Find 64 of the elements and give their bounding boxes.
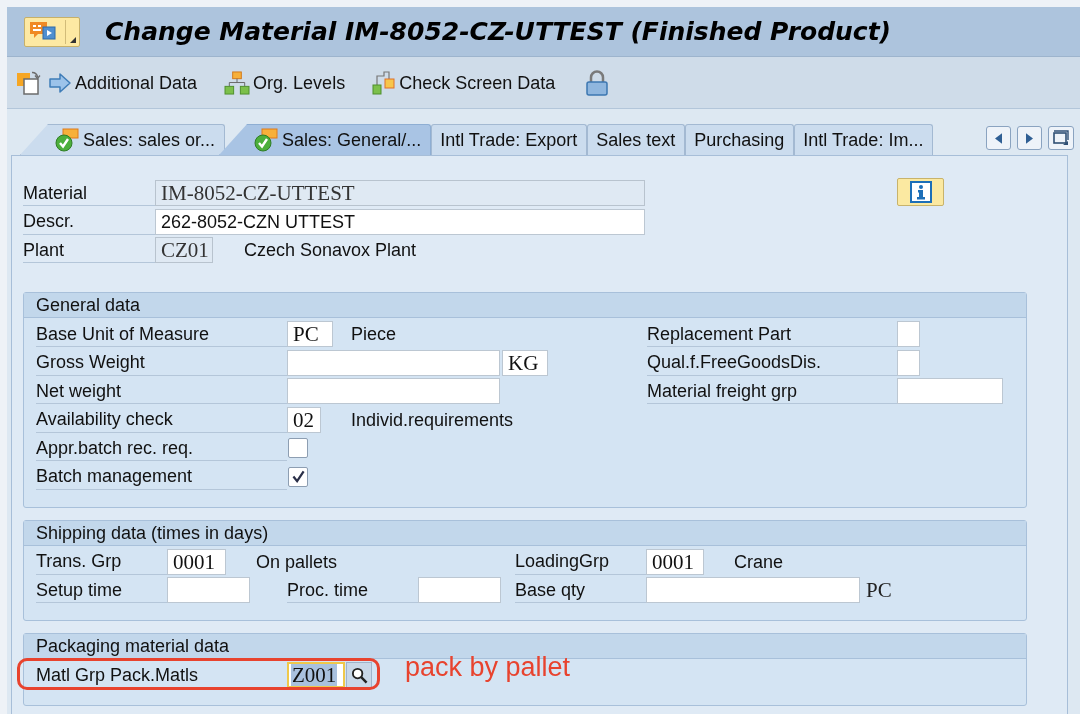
info-icon — [909, 181, 932, 203]
description-text: Piece — [351, 323, 397, 345]
unit-field[interactable]: KG — [502, 349, 548, 376]
description-text: Czech Sonavox Plant — [244, 239, 417, 261]
group-title: General data — [36, 295, 141, 315]
tab-list-button[interactable] — [1048, 126, 1074, 150]
info-button[interactable] — [897, 178, 944, 206]
window-title: Change Material IM-8052-CZ-UTTEST (Finished Product) — [105, 16, 892, 47]
input-field[interactable] — [897, 321, 920, 347]
field-label: Base Unit of Measure — [36, 321, 287, 347]
tab[interactable]: Intl Trade: Im... — [794, 124, 934, 155]
input-field[interactable]: 02 — [287, 406, 321, 433]
description-text: Crane — [734, 550, 784, 573]
field-label: Replacement Part — [647, 321, 897, 347]
window-list-icon — [1053, 130, 1069, 146]
field-label: Gross Weight — [36, 349, 287, 376]
check-icon — [291, 470, 305, 483]
input-field[interactable]: 0001 — [646, 548, 704, 575]
input-field[interactable]: 0001 — [167, 548, 226, 575]
pages-icon[interactable] — [16, 69, 42, 96]
input-field[interactable]: Z001 — [287, 662, 345, 688]
field-label: Batch management — [36, 463, 287, 490]
linked-squares-icon — [372, 69, 397, 96]
caret-icon — [70, 36, 76, 43]
checkbox[interactable] — [288, 438, 308, 458]
input-field[interactable] — [287, 378, 500, 404]
padlock-icon[interactable] — [586, 69, 609, 96]
scroll-right-button[interactable] — [1017, 126, 1042, 150]
toolbar-button[interactable]: Additional Data — [48, 70, 198, 95]
scroll-left-button[interactable] — [986, 126, 1011, 150]
group-title: Packaging material data — [36, 636, 230, 656]
arrow-right-icon — [48, 70, 72, 95]
description-text: Individ.requirements — [351, 408, 514, 431]
tab[interactable]: Sales: sales or... — [20, 124, 226, 155]
input-field[interactable] — [287, 349, 500, 376]
field-label: Material freight grp — [647, 378, 897, 404]
tab[interactable]: Sales: General/... — [219, 124, 432, 155]
toolbar-button[interactable]: Org. Levels — [224, 70, 346, 95]
input-field[interactable]: 262-8052-CZN UTTEST — [155, 208, 645, 235]
triangle-left-icon — [995, 132, 1002, 144]
unit-text: PC — [866, 579, 892, 601]
tab[interactable]: Sales text — [587, 124, 686, 155]
input-field[interactable] — [418, 577, 501, 603]
search-help-button[interactable] — [346, 662, 372, 688]
tab[interactable]: Intl Trade: Export — [431, 124, 588, 155]
description-text: On pallets — [256, 550, 338, 573]
field-label: Appr.batch rec. req. — [36, 435, 287, 461]
input-field[interactable]: PC — [287, 321, 333, 347]
search-icon — [350, 666, 368, 684]
checkbox[interactable] — [288, 466, 308, 487]
group-title: Shipping data (times in days) — [36, 522, 269, 543]
tab[interactable]: Purchasing — [685, 124, 795, 155]
hierarchy-icon — [224, 70, 251, 95]
field-label: Qual.f.FreeGoodsDis. — [647, 349, 897, 376]
annotation-text: pack by pallet — [405, 652, 571, 682]
input-field[interactable] — [646, 577, 860, 603]
toolbar-button[interactable]: Check Screen Data — [372, 69, 556, 96]
field-label: Net weight — [36, 378, 287, 404]
input-field[interactable] — [897, 378, 1003, 404]
input-field[interactable] — [897, 349, 920, 376]
menu-button[interactable] — [24, 16, 80, 47]
input-field[interactable] — [167, 577, 250, 603]
triangle-right-icon — [1026, 132, 1033, 144]
field-label: Availability check — [36, 406, 287, 433]
